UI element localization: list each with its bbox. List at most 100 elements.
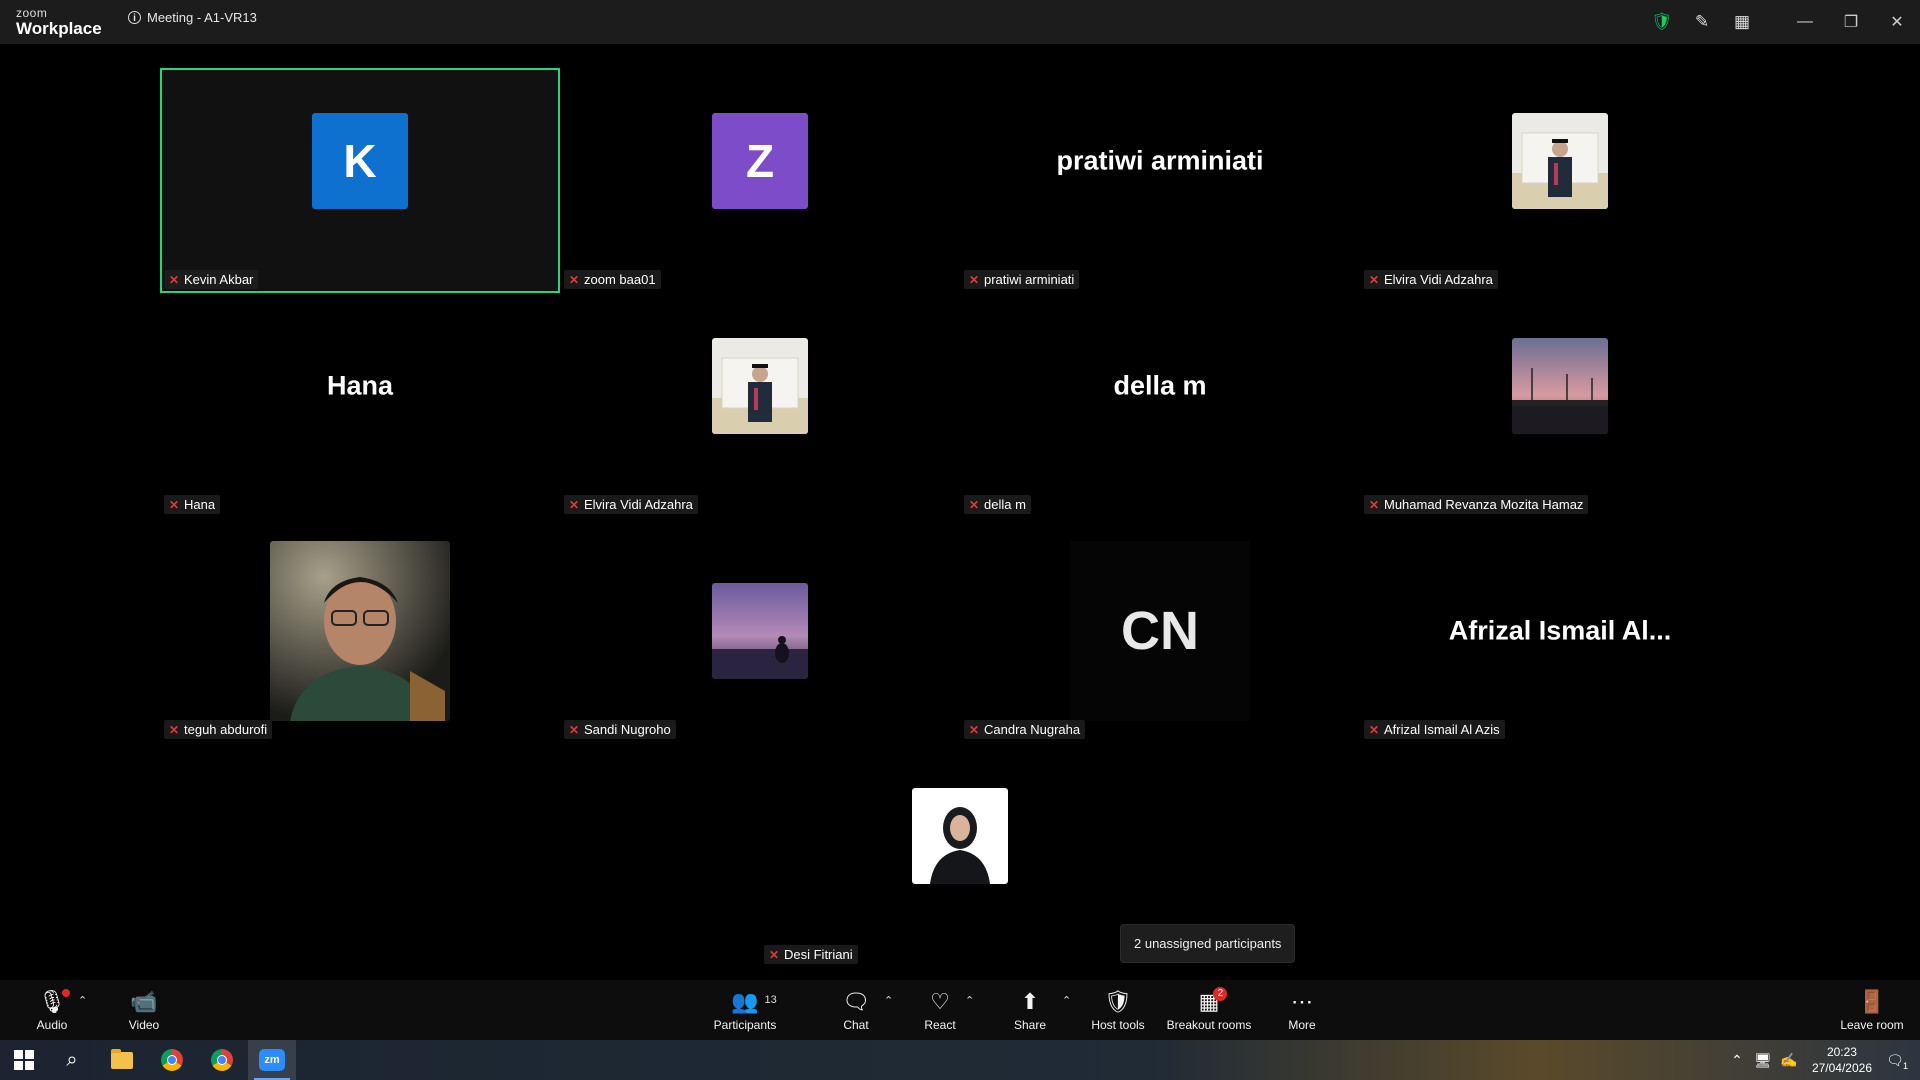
mic-muted-icon: ✕	[168, 272, 180, 287]
participant-nameplate: ✕ pratiwi arminiati	[964, 270, 1080, 289]
profile-photo	[912, 787, 1008, 884]
share-options-caret[interactable]: ⌃	[1062, 994, 1071, 1007]
participant-nameplate: ✕ Kevin Akbar	[164, 270, 259, 289]
meeting-info-button[interactable]: i Meeting - A1-VR13	[128, 10, 257, 25]
start-icon	[14, 1050, 34, 1070]
audio-button[interactable]: 🎙 Audio	[30, 980, 74, 1040]
participant-name: Elvira Vidi Adzahra	[584, 497, 693, 512]
leave-door-icon: 🚪	[1858, 988, 1886, 1014]
video-tile[interactable]: Hana ✕ Hana	[160, 293, 560, 518]
security-shield-icon[interactable]: 🛡	[1642, 0, 1682, 44]
chat-label: Chat	[843, 1017, 869, 1032]
video-tile[interactable]: ✕ Elvira Vidi Adzahra	[1360, 68, 1760, 293]
mic-muted-icon: ✕	[768, 947, 780, 962]
info-icon: i	[128, 11, 141, 24]
pen-icon[interactable]: ✍	[1776, 1052, 1802, 1069]
participant-display-name: della m	[1113, 370, 1207, 400]
annotate-pen-icon[interactable]: ✎	[1682, 0, 1722, 44]
breakout-rooms-button[interactable]: ▦ 2 Breakout rooms	[1164, 980, 1254, 1040]
more-button[interactable]: ⋯ More	[1280, 980, 1324, 1040]
avatar: Z	[712, 112, 808, 209]
chrome-icon	[161, 1049, 183, 1071]
video-tile[interactable]: ✕ Sandi Nugroho	[560, 518, 960, 743]
participant-display-name: pratiwi arminiati	[1056, 145, 1264, 175]
mic-muted-icon: ✕	[568, 722, 580, 737]
video-tile[interactable]: CN ✕ Candra Nugraha	[960, 518, 1360, 743]
participant-nameplate: ✕ zoom baa01	[564, 270, 661, 289]
minimize-button[interactable]: —	[1782, 0, 1828, 44]
mic-muted-icon: ✕	[168, 497, 180, 512]
video-tile[interactable]: ✕ teguh abdurofi	[160, 518, 560, 743]
video-tile[interactable]: K ✕ Kevin Akbar	[160, 68, 560, 293]
clock[interactable]: 20:23 27/04/2026	[1812, 1044, 1872, 1076]
apps-grid-icon[interactable]: ▦	[1722, 0, 1762, 44]
close-button[interactable]: ✕	[1874, 0, 1920, 44]
zoom-logo: zoom Workplace	[16, 7, 102, 37]
profile-photo	[712, 582, 808, 679]
windows-taskbar: ⌕ zm ⌃ 🖥 ✍ 20:23 27/04/2026 🗨 1	[0, 1040, 1920, 1080]
participant-name: Muhamad Revanza Mozita Hamaz	[1384, 497, 1584, 512]
host-tools-button[interactable]: 🛡 Host tools	[1088, 980, 1148, 1040]
participant-name: Afrizal Ismail Al Azis	[1384, 722, 1500, 737]
breakout-tooltip: 2 unassigned participants	[1120, 924, 1296, 963]
video-tile[interactable]: Afrizal Ismail Al... ✕ Afrizal Ismail Al…	[1360, 518, 1760, 743]
participant-name: Candra Nugraha	[984, 722, 1081, 737]
breakout-rooms-label: Breakout rooms	[1166, 1017, 1252, 1032]
video-tile[interactable]: pratiwi arminiati ✕ pratiwi arminiati	[960, 68, 1360, 293]
mic-muted-icon: ✕	[168, 722, 180, 737]
notification-icon[interactable]: 🗨 1	[1882, 1052, 1908, 1071]
gallery-view: K ✕ Kevin Akbar Z ✕ zoom baa01 pratiwi a…	[0, 44, 1920, 980]
breakout-rooms-icon: ▦ 2	[1199, 986, 1228, 1015]
video-tile[interactable]: ✕ Muhamad Revanza Mozita Hamaz	[1360, 293, 1760, 518]
chat-options-caret[interactable]: ⌃	[884, 994, 893, 1007]
leave-room-button[interactable]: 🚪 Leave room	[1836, 980, 1908, 1040]
video-button[interactable]: 📹 Video	[122, 980, 166, 1040]
participant-nameplate: ✕ Elvira Vidi Adzahra	[1364, 270, 1498, 289]
participant-name: Elvira Vidi Adzahra	[1384, 272, 1493, 287]
zoom-icon: zm	[259, 1049, 285, 1071]
more-dots-icon: ⋯	[1291, 988, 1313, 1014]
chat-icon: 🗨	[842, 988, 870, 1014]
breakout-badge: 2	[1213, 986, 1228, 1001]
mic-muted-icon: ✕	[1368, 497, 1380, 512]
react-button[interactable]: ♡ React	[918, 980, 962, 1040]
search-button[interactable]: ⌕	[48, 1040, 96, 1080]
logo-text-workplace: Workplace	[16, 19, 102, 38]
chrome-button[interactable]	[148, 1040, 196, 1080]
participant-nameplate: ✕ della m	[964, 495, 1031, 514]
profile-photo	[1512, 112, 1608, 209]
participant-nameplate: ✕ Hana	[164, 495, 221, 514]
participants-button[interactable]: 👥 13 Participants	[712, 980, 778, 1040]
chrome-profile-icon	[211, 1049, 233, 1071]
participant-name: pratiwi arminiati	[984, 272, 1075, 287]
start-button[interactable]	[0, 1040, 48, 1080]
file-explorer-button[interactable]	[98, 1040, 146, 1080]
video-tile[interactable]: della m ✕ della m	[960, 293, 1360, 518]
participant-name: Sandi Nugroho	[584, 722, 671, 737]
video-tile[interactable]: Z ✕ zoom baa01	[560, 68, 960, 293]
network-icon[interactable]: 🖥	[1750, 1052, 1776, 1069]
chrome-profile-button[interactable]	[198, 1040, 246, 1080]
mic-muted-icon: ✕	[968, 722, 980, 737]
chat-button[interactable]: 🗨 Chat	[834, 980, 878, 1040]
video-tile[interactable]: ✕ Elvira Vidi Adzahra	[560, 293, 960, 518]
audio-label: Audio	[36, 1017, 68, 1032]
participant-name: Kevin Akbar	[184, 272, 254, 287]
zoom-taskbar-button[interactable]: zm	[248, 1040, 296, 1080]
file-explorer-icon	[111, 1048, 133, 1069]
share-button[interactable]: ⬆ Share	[1008, 980, 1052, 1040]
avatar-initials: CN	[1070, 540, 1250, 721]
profile-photo	[1512, 337, 1608, 434]
avatar: K	[312, 112, 408, 209]
microphone-icon: 🎙	[38, 988, 70, 1015]
chevron-up-icon[interactable]: ⌃	[1724, 1052, 1750, 1069]
audio-options-caret[interactable]: ⌃	[78, 994, 87, 1007]
restore-button[interactable]: ❐	[1828, 0, 1874, 44]
react-options-caret[interactable]: ⌃	[965, 994, 974, 1007]
participant-nameplate: ✕ teguh abdurofi	[164, 720, 273, 739]
video-tile[interactable]: ✕ Desi Fitriani	[760, 743, 1160, 968]
participant-nameplate: ✕ Candra Nugraha	[964, 720, 1086, 739]
mic-muted-icon: ✕	[968, 497, 980, 512]
participant-name: Hana	[184, 497, 216, 512]
share-screen-icon: ⬆	[1020, 988, 1040, 1014]
